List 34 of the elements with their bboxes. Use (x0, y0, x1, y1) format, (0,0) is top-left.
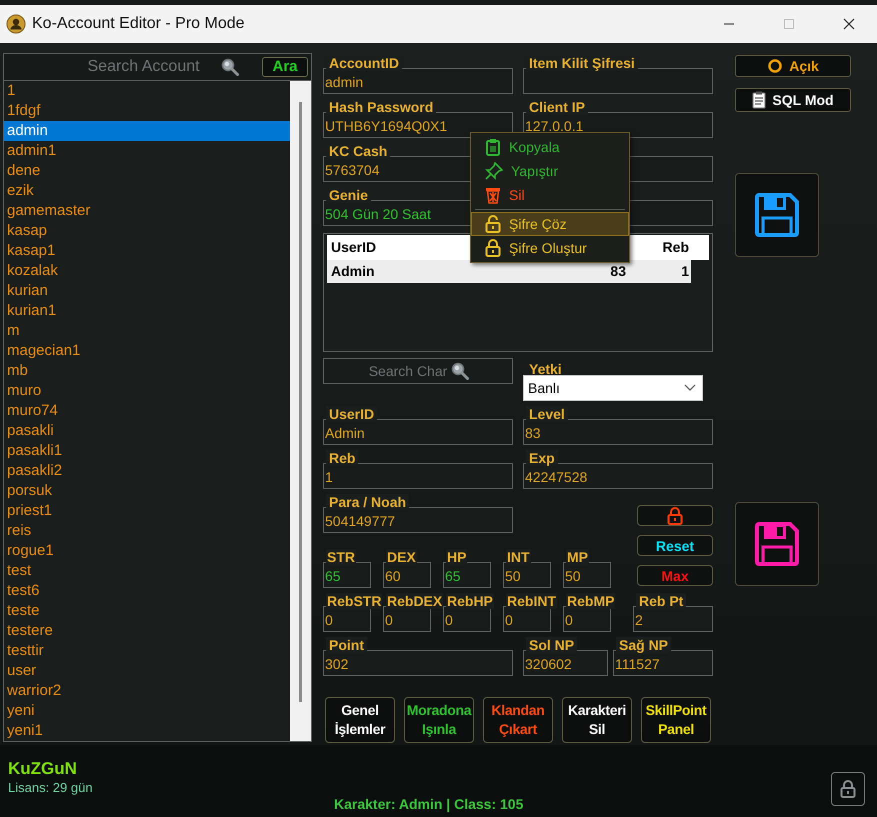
field-label: Client IP (526, 99, 588, 115)
field-label: Para / Noah (326, 494, 410, 510)
field-label: KC Cash (326, 143, 390, 159)
dropdown-value: Banlı (528, 380, 560, 396)
field-label: Reb Pt (636, 593, 686, 609)
field-label: RebHP (446, 593, 494, 609)
field-label: DEX (386, 549, 417, 565)
field-label: Item Kilit Şifresi (526, 55, 638, 71)
table-cell-text: 83 (609, 262, 627, 281)
field-label: Exp (526, 450, 558, 466)
field-label: Reb (326, 450, 358, 466)
field-label: Sol NP (526, 637, 578, 653)
field-label: Point (326, 637, 367, 653)
field-label: STR (326, 549, 356, 565)
field-label: Yetki (528, 361, 563, 377)
field-label: RebSTR (326, 593, 382, 609)
field-label: MP (566, 549, 589, 565)
field-label: INT (506, 549, 531, 565)
field-label: Genie (326, 187, 371, 203)
window-title: Ko-Account Editor - Pro Mode (32, 15, 245, 33)
field-label: HP (446, 549, 468, 565)
field-label: Sağ NP (616, 637, 672, 653)
field-label: Hash Password (326, 99, 436, 115)
field-label: Level (526, 406, 568, 422)
license-text: Lisans: 29 gün (8, 779, 94, 797)
user-name: KuZGuN (8, 759, 78, 779)
field-label: UserID (326, 406, 378, 422)
field-label: RebDEX (386, 593, 444, 609)
field-label: AccountID (326, 55, 402, 71)
table-cell-text: 1 (680, 262, 690, 281)
table-cell-text: Admin (330, 262, 376, 281)
field-label: RebINT (506, 593, 557, 609)
status-text: Karakter: Admin | Class: 105 (334, 796, 524, 812)
field-label: RebMP (566, 593, 616, 609)
